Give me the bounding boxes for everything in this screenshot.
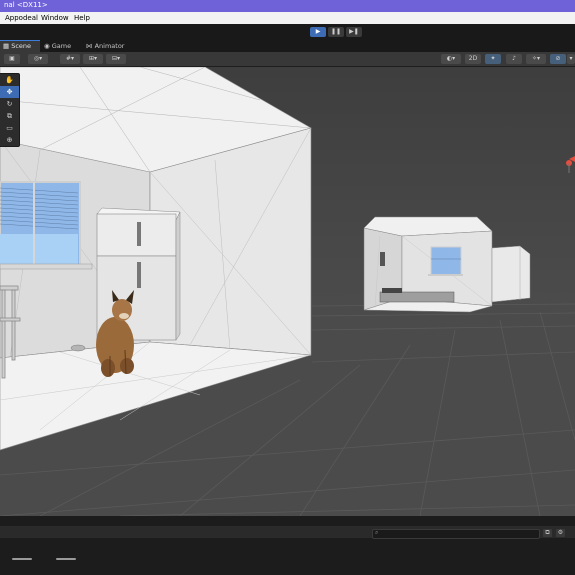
snap-increment-icon: ⊟▾: [111, 55, 121, 62]
panel-tab-handle[interactable]: [12, 558, 32, 560]
sphere-icon: ◐▾: [446, 55, 456, 62]
grid-icon: ▦: [3, 42, 10, 50]
search-icon: ⌕: [375, 529, 379, 536]
pause-button[interactable]: ❚❚: [328, 27, 344, 37]
search-input[interactable]: ⌕: [372, 529, 540, 539]
rect-tool-icon[interactable]: ▭: [0, 122, 19, 134]
toggle-2d-button[interactable]: 2D: [465, 54, 481, 64]
tool-palette: ✋ ✥ ↻ ⧉ ▭ ⊕: [0, 73, 20, 147]
move-tool-icon[interactable]: ✥: [0, 86, 19, 98]
snap-grid-dropdown[interactable]: #▾: [60, 54, 80, 64]
pivot-icon: ◎▾: [33, 55, 43, 62]
orientation-gizmo-icon[interactable]: [560, 151, 575, 175]
draw-mode-dropdown[interactable]: ▣: [4, 54, 20, 64]
effects-dropdown[interactable]: ✧▾: [526, 54, 546, 64]
audio-toggle[interactable]: ♪: [506, 54, 522, 64]
shaded-icon: ▣: [9, 55, 15, 62]
bowl: [70, 344, 86, 352]
effects-icon: ✧▾: [531, 55, 541, 62]
scene-viewport[interactable]: ✋ ✥ ↻ ⧉ ▭ ⊕: [0, 67, 575, 516]
window-title: nal <DX11>: [4, 1, 48, 9]
gamepad-icon: ◉: [44, 42, 50, 50]
grid-dropdown[interactable]: ⊞▾: [83, 54, 103, 64]
shading-mode-dropdown[interactable]: ◐▾: [441, 54, 461, 64]
tab-scene-label: Scene: [11, 42, 32, 50]
increment-snap-dropdown[interactable]: ⊟▾: [106, 54, 126, 64]
camera-icon: ▾: [569, 55, 573, 62]
audio-mute-icon: ♪: [512, 55, 516, 62]
menu-bar: Appodeal Window Help: [0, 12, 575, 24]
step-button[interactable]: ▶❚: [346, 27, 362, 37]
animator-icon: ⋈: [86, 42, 93, 50]
play-toolbar: ▶ ❚❚ ▶❚: [0, 24, 575, 41]
scale-tool-icon[interactable]: ⧉: [0, 110, 19, 122]
scene-view-toolbar: ▣ ◎▾ #▾ ⊞▾ ⊟▾ ◐▾ 2D ✦ ♪ ✧▾ ⊘ ▾: [0, 52, 575, 67]
window-title-bar: nal <DX11>: [0, 0, 575, 12]
eye-slash-icon: ⊘: [555, 55, 561, 62]
tab-animator[interactable]: ⋈ Animator: [83, 40, 133, 52]
panel-tab-handle[interactable]: [56, 558, 76, 560]
tab-game[interactable]: ◉ Game: [41, 40, 79, 52]
bottom-dock: [0, 516, 575, 575]
transform-tool-icon[interactable]: ⊕: [0, 134, 19, 146]
settings-icon[interactable]: ⚙: [556, 529, 565, 537]
grid-plane-icon: ⊞▾: [88, 55, 98, 62]
pivot-dropdown[interactable]: ◎▾: [28, 54, 48, 64]
filter-icon[interactable]: ⧉: [543, 529, 552, 537]
lightbulb-icon: ✦: [490, 55, 496, 62]
menu-window[interactable]: Window: [41, 14, 69, 22]
rotate-tool-icon[interactable]: ↻: [0, 98, 19, 110]
menu-appodeal[interactable]: Appodeal: [5, 14, 38, 22]
lighting-toggle[interactable]: ✦: [485, 54, 501, 64]
scene-render: [0, 67, 575, 516]
camera-settings-dropdown[interactable]: ▾: [567, 54, 575, 64]
grid-snap-icon: #▾: [65, 55, 75, 62]
menu-help[interactable]: Help: [74, 14, 90, 22]
hidden-objects-toggle[interactable]: ⊘: [550, 54, 566, 64]
tab-animator-label: Animator: [94, 42, 125, 50]
play-button[interactable]: ▶: [310, 27, 326, 37]
hand-tool-icon[interactable]: ✋: [0, 74, 19, 86]
tab-game-label: Game: [51, 42, 72, 50]
editor-tab-bar: ▦ Scene ◉ Game ⋈ Animator: [0, 40, 575, 53]
